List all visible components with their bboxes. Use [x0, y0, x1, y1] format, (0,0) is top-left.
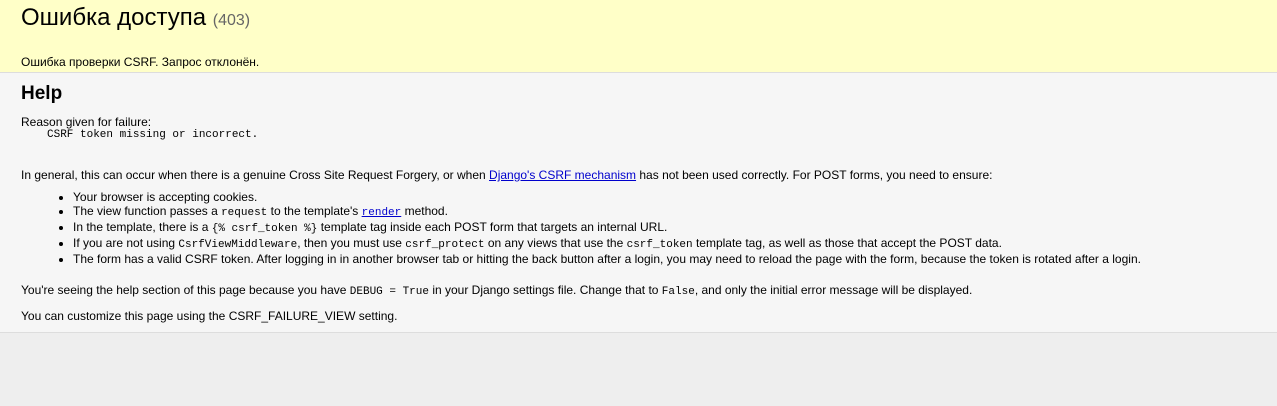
code-csrf-token-tag: {% csrf_token %}: [211, 223, 318, 235]
debug-text: in your Django settings file. Change tha…: [428, 283, 662, 297]
failure-reason: Reason given for failure: CSRF token mis…: [21, 115, 1256, 142]
debug-text: You're seeing the help section of this p…: [21, 283, 350, 297]
error-message: Ошибка проверки CSRF. Запрос отклонён.: [21, 55, 260, 69]
page-background: [0, 333, 1277, 406]
reason-label: Reason given for failure:: [21, 115, 152, 129]
list-item: In the template, there is a {% csrf_toke…: [73, 220, 1256, 236]
general-text-after: has not been used correctly. For POST fo…: [636, 168, 993, 182]
check-text: , then you must use: [297, 236, 406, 250]
customize-note: You can customize this page using the CS…: [21, 309, 398, 323]
error-summary: Ошибка доступа (403) Ошибка проверки CSR…: [0, 0, 1277, 73]
help-heading: Help: [21, 83, 63, 104]
check-text: The view function passes a: [73, 204, 222, 218]
code-debug-true: DEBUG = True: [349, 286, 429, 298]
reason-value: CSRF token missing or incorrect.: [47, 129, 259, 141]
general-explanation: In general, this can occur when there is…: [21, 168, 1256, 182]
status-code: (403): [212, 12, 251, 29]
list-item: The view function passes a request to th…: [73, 204, 1256, 220]
django-csrf-link[interactable]: Django's CSRF mechanism: [489, 168, 636, 182]
check-text: on any views that use the: [484, 236, 627, 250]
code-false: False: [661, 286, 695, 298]
code-request: request: [221, 207, 268, 219]
code-middleware: CsrfViewMiddleware: [178, 239, 298, 251]
check-text: to the template's: [267, 204, 362, 218]
check-text: In the template, there is a: [73, 220, 212, 234]
check-text: method.: [401, 204, 448, 218]
debug-text: , and only the initial error message wil…: [694, 283, 973, 297]
render-link[interactable]: render: [362, 207, 402, 219]
title-text: Ошибка доступа: [21, 4, 207, 31]
check-text: The form has a valid CSRF token. After l…: [73, 252, 1141, 266]
check-text: template tag, as well as those that acce…: [692, 236, 1002, 250]
check-text: Your browser is accepting cookies.: [73, 190, 258, 204]
general-text-before: In general, this can occur when there is…: [21, 168, 490, 182]
checklist: Your browser is accepting cookies. The v…: [21, 190, 1256, 266]
page-title: Ошибка доступа (403): [21, 4, 1256, 35]
code-csrf-token: csrf_token: [626, 239, 693, 251]
list-item: If you are not using CsrfViewMiddleware,…: [73, 236, 1256, 252]
list-item: Your browser is accepting cookies.: [73, 190, 1256, 204]
debug-note: You're seeing the help section of this p…: [21, 283, 1256, 299]
check-text: If you are not using: [73, 236, 179, 250]
check-text: template tag inside each POST form that …: [317, 220, 668, 234]
help-section: Help Reason given for failure: CSRF toke…: [0, 73, 1277, 333]
list-item: The form has a valid CSRF token. After l…: [73, 252, 1256, 266]
code-csrf-protect: csrf_protect: [405, 239, 485, 251]
